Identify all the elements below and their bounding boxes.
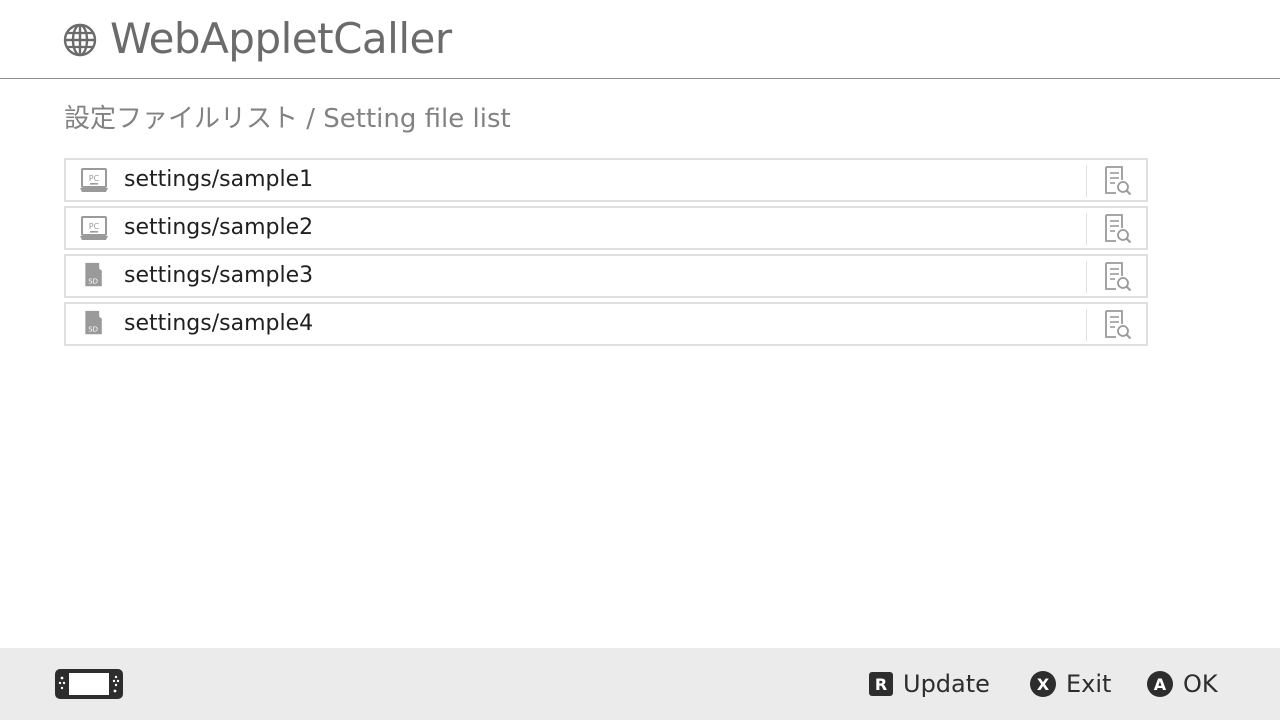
svg-text:SD: SD — [88, 278, 98, 286]
file-row[interactable]: PC settings/sample1 — [64, 158, 1148, 202]
file-name: settings/sample1 — [124, 167, 314, 192]
section-title: 設定ファイルリスト / Setting file list — [64, 104, 511, 134]
file-name: settings/sample2 — [124, 215, 314, 240]
ok-label: OK — [1183, 670, 1218, 698]
preview-file-button[interactable] — [1087, 304, 1148, 344]
r-button-icon: R — [869, 672, 893, 696]
preview-file-button[interactable] — [1087, 256, 1148, 296]
file-name: settings/sample4 — [124, 311, 314, 336]
x-button-icon: X — [1030, 671, 1056, 697]
update-hint[interactable]: R Update — [869, 668, 990, 700]
document-search-icon — [1105, 262, 1132, 292]
document-search-icon — [1105, 166, 1132, 196]
a-button-icon: A — [1147, 671, 1173, 697]
pc-icon: PC — [80, 216, 108, 240]
exit-label: Exit — [1066, 670, 1112, 698]
handheld-console-icon — [55, 669, 123, 699]
exit-hint[interactable]: X Exit — [1030, 668, 1111, 700]
footer-bar: R Update X Exit A OK — [0, 648, 1280, 720]
svg-text:PC: PC — [89, 174, 100, 183]
sd-card-icon: SD — [85, 262, 102, 287]
svg-text:PC: PC — [89, 222, 100, 231]
pc-icon: PC — [80, 168, 108, 192]
file-list: PC settings/sample1 PC settings/sample2 — [64, 158, 1148, 350]
preview-file-button[interactable] — [1087, 208, 1148, 248]
document-search-icon — [1105, 310, 1132, 340]
ok-hint[interactable]: A OK — [1147, 668, 1218, 700]
file-name: settings/sample3 — [124, 263, 314, 288]
preview-file-button[interactable] — [1087, 160, 1148, 200]
app-title: WebAppletCaller — [110, 14, 452, 63]
file-row[interactable]: PC settings/sample2 — [64, 206, 1148, 250]
file-row[interactable]: SD settings/sample4 — [64, 302, 1148, 346]
app-header: WebAppletCaller — [0, 0, 1280, 79]
svg-text:SD: SD — [88, 326, 98, 334]
globe-icon — [63, 23, 97, 57]
sd-card-icon: SD — [85, 310, 102, 335]
document-search-icon — [1105, 214, 1132, 244]
file-row[interactable]: SD settings/sample3 — [64, 254, 1148, 298]
update-label: Update — [903, 670, 990, 698]
